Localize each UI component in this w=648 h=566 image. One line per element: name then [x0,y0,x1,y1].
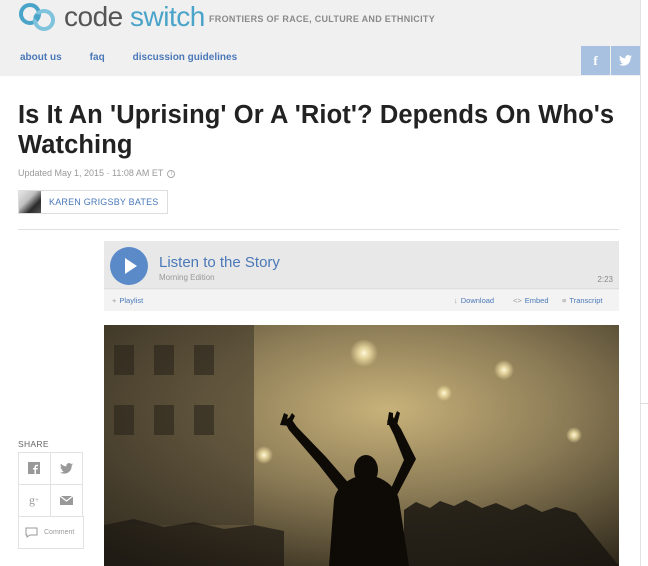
logo-code: code [64,1,123,32]
embed-button[interactable]: <> Embed [513,296,549,305]
right-rail-tick [640,403,648,404]
code-switch-logo-icon[interactable] [18,0,62,34]
comment-label: Comment [44,529,75,536]
share-buttons: g + Comment [17,451,84,549]
article-updated: Updated May 1, 2015 · 11:08 AM ET i [18,168,176,178]
embed-icon: <> [513,296,522,305]
share-email-icon[interactable] [49,483,83,517]
share-label: SHARE [18,439,49,449]
share-twitter-icon[interactable] [49,451,83,485]
audio-player-header: Listen to the Story Morning Edition 2:23 [104,241,619,289]
share-facebook-icon[interactable] [17,451,51,485]
article-photo[interactable] [104,325,619,566]
author-name: KAREN GRIGSBY BATES [49,197,159,207]
audio-player-actions: + Playlist ↓ Download <> Embed ≡ Transcript [104,290,619,311]
site-logo-wordmark[interactable]: code switch [64,1,205,33]
right-rail-border [640,0,641,566]
listen-title[interactable]: Listen to the Story [159,254,280,271]
author-byline[interactable]: KAREN GRIGSBY BATES [18,190,168,214]
nav-about-us[interactable]: about us [20,52,62,63]
download-button[interactable]: ↓ Download [454,296,494,305]
playlist-button[interactable]: + Playlist [112,296,143,305]
share-google-plus-icon[interactable]: g + [17,483,51,517]
play-icon [124,258,137,274]
site-tagline: FRONTIERS OF RACE, CULTURE AND ETHNICITY [209,14,435,24]
comment-button[interactable]: Comment [18,516,84,549]
protest-photo-image [104,325,619,566]
playlist-label: Playlist [119,296,144,305]
program-name: Morning Edition [159,273,215,282]
nav-faq[interactable]: faq [90,52,105,63]
twitter-icon[interactable] [611,46,640,75]
facebook-icon[interactable]: f [581,46,610,75]
social-follow-buttons: f [581,46,640,75]
primary-nav: about us faq discussion guidelines [20,52,237,63]
download-icon: ↓ [454,296,458,305]
play-button[interactable] [110,247,148,285]
updated-text: Updated May 1, 2015 · 11:08 AM ET [18,168,164,178]
comment-icon [25,527,38,538]
embed-label: Embed [524,296,549,305]
audio-player: Listen to the Story Morning Edition 2:23… [104,241,619,311]
transcript-button[interactable]: ≡ Transcript [562,296,602,305]
transcript-label: Transcript [569,296,603,305]
nav-discussion-guidelines[interactable]: discussion guidelines [133,52,237,63]
plus-icon: + [112,296,117,305]
download-label: Download [460,296,495,305]
info-icon[interactable]: i [167,169,176,178]
author-avatar [19,191,41,213]
divider [18,229,619,230]
article-title: Is It An 'Uprising' Or A 'Riot'? Depends… [18,101,615,159]
transcript-icon: ≡ [562,296,567,305]
audio-duration: 2:23 [597,275,613,284]
logo-switch: switch [130,1,205,32]
site-header: code switch FRONTIERS OF RACE, CULTURE A… [0,0,640,76]
